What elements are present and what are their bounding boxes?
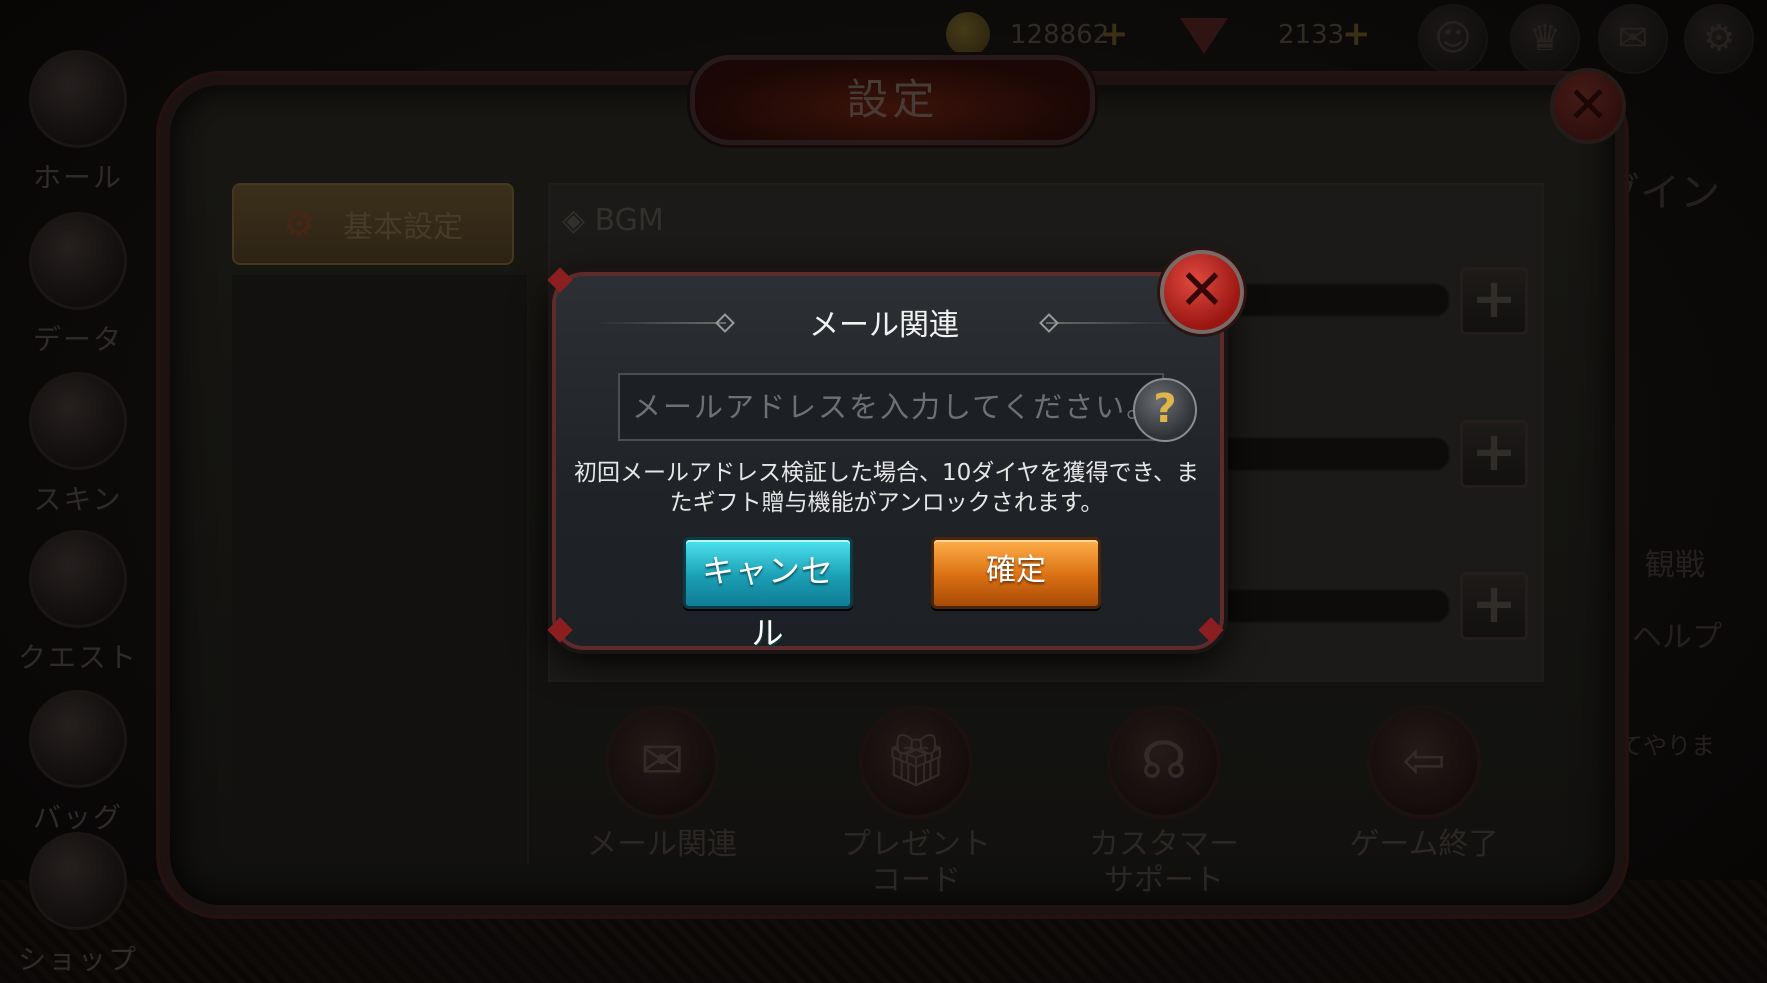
modal-close-button[interactable]: ✕	[1160, 250, 1244, 334]
confirm-button[interactable]: 確定	[931, 537, 1101, 609]
close-icon: ✕	[1178, 258, 1226, 323]
cancel-button[interactable]: キャンセル	[683, 537, 853, 652]
help-icon[interactable]: ?	[1133, 378, 1197, 442]
email-input[interactable]	[618, 373, 1164, 441]
modal-title: メール関連	[809, 308, 959, 343]
modal-description: 初回メールアドレス検証した場合、10ダイヤを獲得でき、またギフト贈与機能がアンロ…	[574, 460, 1199, 516]
